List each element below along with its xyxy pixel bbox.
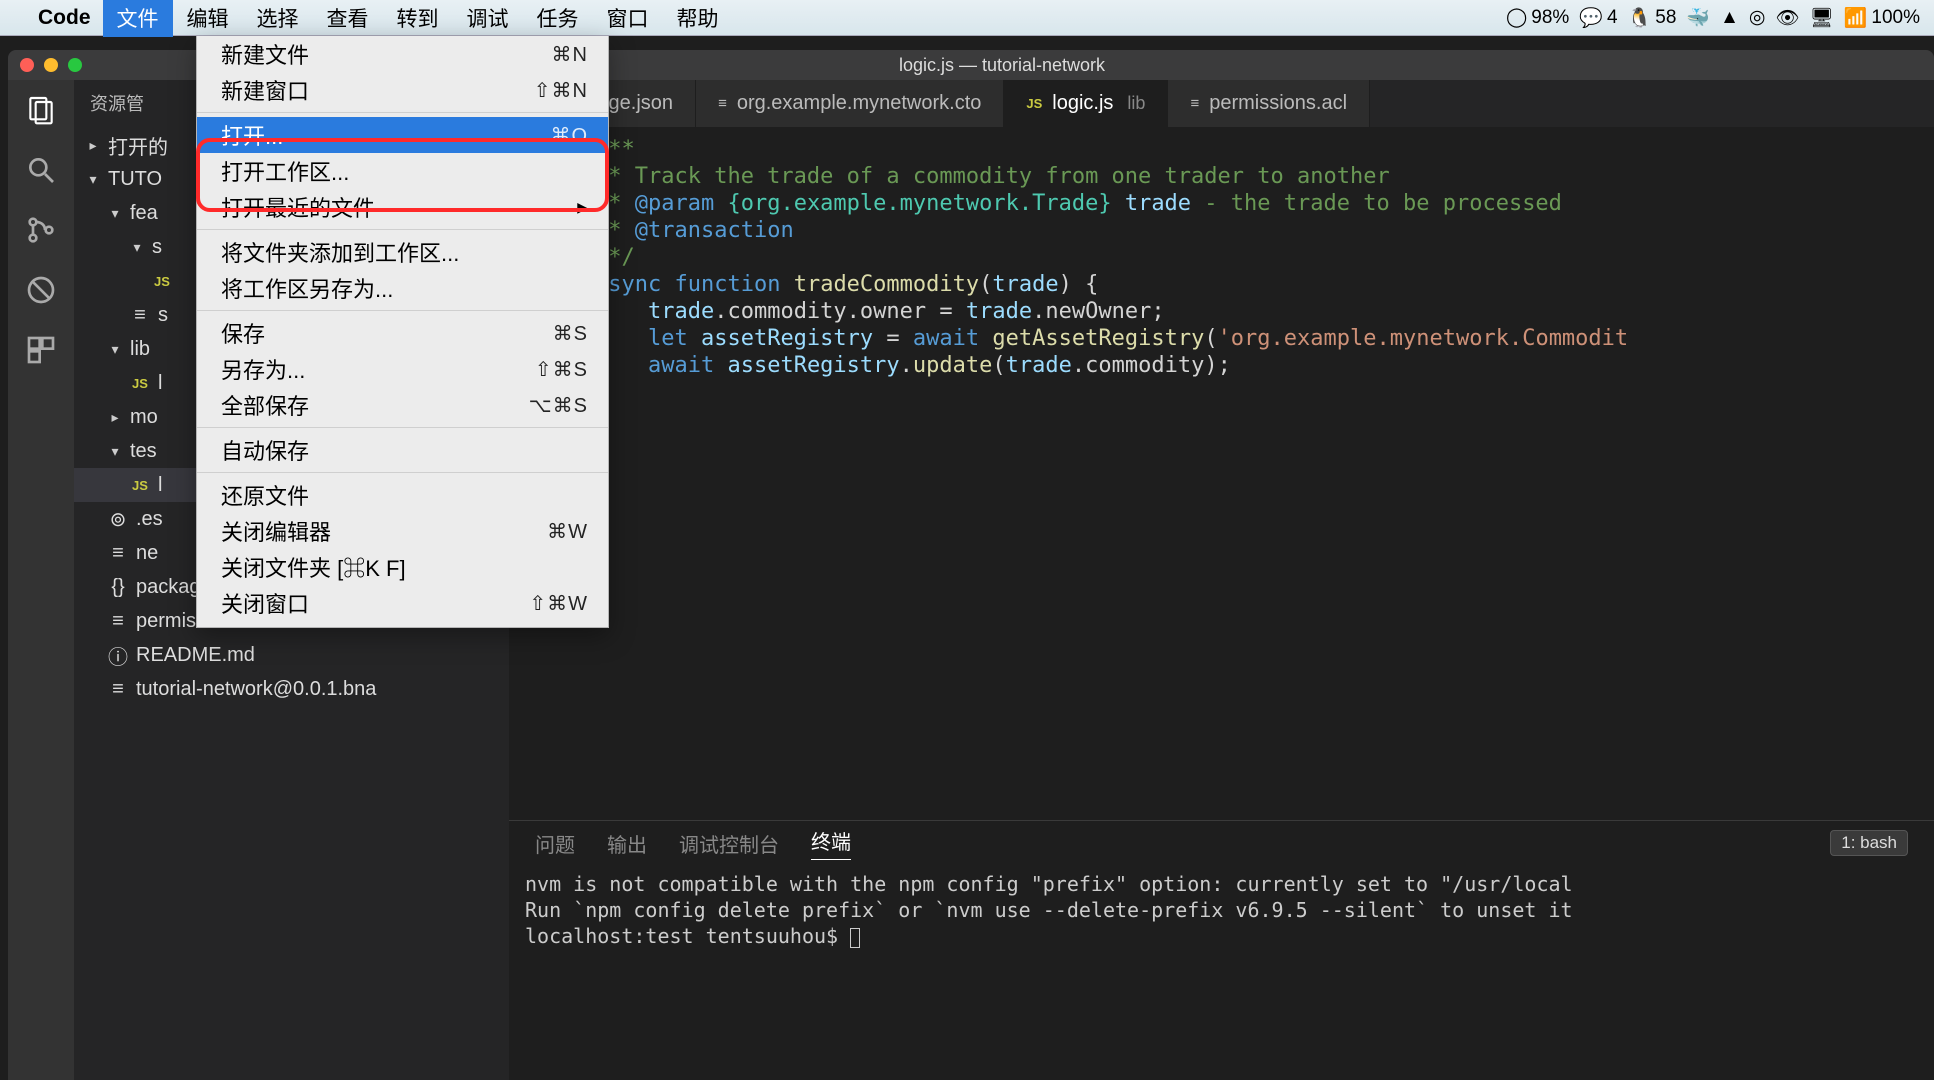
- menu-debug[interactable]: 调试: [453, 0, 523, 37]
- menu-item[interactable]: 全部保存⌥⌘S: [197, 387, 608, 423]
- terminal-select[interactable]: 1: bash: [1830, 830, 1908, 856]
- tree-row[interactable]: ⓘREADME.md: [74, 638, 509, 672]
- close-window-button[interactable]: [20, 58, 34, 72]
- editor-tabs[interactable]: { }package.json≡org.example.mynetwork.ct…: [509, 80, 1934, 128]
- editor-tab[interactable]: JSlogic.jslib: [1004, 80, 1168, 127]
- menu-help[interactable]: 帮助: [663, 0, 733, 37]
- menu-item[interactable]: 还原文件: [197, 477, 608, 513]
- vlc-icon: ▲: [1720, 7, 1739, 29]
- app-name[interactable]: Code: [26, 2, 103, 34]
- editor-tab[interactable]: ≡org.example.mynetwork.cto: [696, 80, 1004, 127]
- menu-item[interactable]: 另存为...⇧⌘S: [197, 351, 608, 387]
- docker-icon: 🐳: [1686, 6, 1710, 30]
- panel-tab-debug[interactable]: 调试控制台: [679, 829, 779, 858]
- panel-tab-terminal[interactable]: 终端: [811, 826, 851, 860]
- menu-tasks[interactable]: 任务: [523, 0, 593, 37]
- menu-item[interactable]: 保存⌘S: [197, 315, 608, 351]
- activity-bar: [8, 80, 74, 1080]
- menubar-status: ◯ 98% 💬4 🐧58 🐳 ▲ ◎ 👁 🖥 📶 100%: [1506, 6, 1920, 30]
- code-content[interactable]: /** * Track the trade of a commodity fro…: [589, 128, 1934, 820]
- panel-tab-output[interactable]: 输出: [607, 829, 647, 858]
- menu-item[interactable]: 关闭编辑器⌘W: [197, 513, 608, 549]
- minimize-window-button[interactable]: [44, 58, 58, 72]
- menu-item[interactable]: 关闭窗口⇧⌘W: [197, 585, 608, 621]
- menu-item[interactable]: 将文件夹添加到工作区...: [197, 234, 608, 270]
- menu-file[interactable]: 文件: [103, 0, 173, 37]
- menu-item[interactable]: 打开工作区...: [197, 153, 608, 189]
- extensions-icon[interactable]: [23, 332, 59, 368]
- menu-item[interactable]: 关闭文件夹 [⌘K F]: [197, 549, 608, 585]
- menu-item[interactable]: 新建窗口⇧⌘N: [197, 72, 608, 108]
- bottom-panel: 问题 输出 调试控制台 终端 1: bash nvm is not compat…: [509, 820, 1934, 1080]
- menu-view[interactable]: 查看: [313, 0, 383, 37]
- debug-icon[interactable]: [23, 272, 59, 308]
- battery-icon: ◯ 98%: [1506, 6, 1569, 29]
- menu-item[interactable]: 自动保存: [197, 432, 608, 468]
- menu-item[interactable]: 打开...⌘O: [197, 117, 608, 153]
- eye-icon: 👁: [1775, 6, 1799, 30]
- macos-menubar: Code 文件 编辑 选择 查看 转到 调试 任务 窗口 帮助 ◯ 98% 💬4…: [0, 0, 1934, 36]
- window-controls[interactable]: [20, 58, 82, 72]
- menu-go[interactable]: 转到: [383, 0, 453, 37]
- scm-icon[interactable]: [23, 212, 59, 248]
- editor-area: { }package.json≡org.example.mynetwork.ct…: [509, 80, 1934, 1080]
- terminal-output[interactable]: nvm is not compatible with the npm confi…: [509, 865, 1934, 1080]
- wechat-icon: 💬4: [1579, 6, 1617, 30]
- search-icon[interactable]: [23, 152, 59, 188]
- file-menu-dropdown[interactable]: 新建文件⌘N新建窗口⇧⌘N 打开...⌘O打开工作区...打开最近的文件▶ 将文件夹…: [196, 36, 609, 628]
- menu-edit[interactable]: 编辑: [173, 0, 243, 37]
- qq-icon: 🐧58: [1628, 6, 1677, 30]
- sidebar-title: 资源管: [90, 90, 144, 116]
- wifi-icon: 📶 100%: [1844, 6, 1920, 30]
- editor-tab[interactable]: ≡permissions.acl: [1168, 80, 1370, 127]
- maximize-window-button[interactable]: [68, 58, 82, 72]
- menu-item[interactable]: 将工作区另存为...: [197, 270, 608, 306]
- cc-icon: ◎: [1749, 6, 1766, 29]
- menu-item[interactable]: 打开最近的文件▶: [197, 189, 608, 225]
- tree-row[interactable]: ≡tutorial-network@0.0.1.bna: [74, 672, 509, 706]
- menu-window[interactable]: 窗口: [593, 0, 663, 37]
- panel-tabs[interactable]: 问题 输出 调试控制台 终端 1: bash: [509, 821, 1934, 865]
- menu-item[interactable]: 新建文件⌘N: [197, 36, 608, 72]
- display-icon: 🖥: [1810, 6, 1834, 30]
- menu-select[interactable]: 选择: [243, 0, 313, 37]
- panel-tab-problems[interactable]: 问题: [535, 829, 575, 858]
- explorer-icon[interactable]: [23, 92, 59, 128]
- code-editor[interactable]: 1 2 3 4 5 6 7 8 9 10 /** * Track the tra…: [509, 128, 1934, 820]
